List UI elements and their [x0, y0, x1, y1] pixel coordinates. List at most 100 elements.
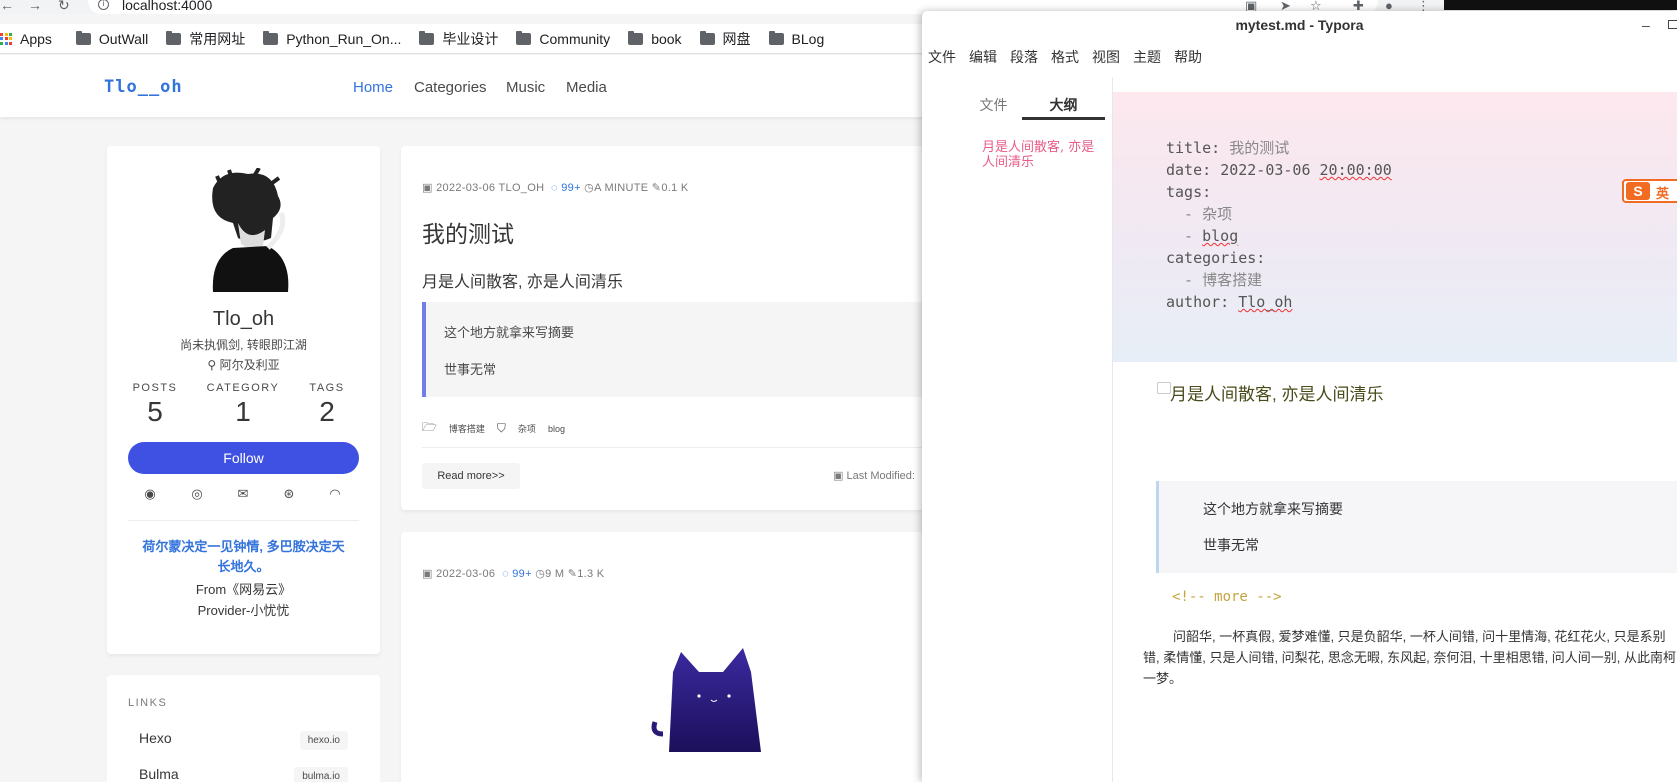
info-icon[interactable]: i	[98, 0, 109, 10]
heading-anchor-icon[interactable]	[1157, 382, 1171, 394]
song-source: From《网易云》	[195, 582, 292, 597]
last-modified: ▣ Last Modified:	[833, 469, 915, 482]
bookmark-folder[interactable]: OutWall	[75, 30, 148, 47]
post-comments[interactable]: 99+	[561, 182, 581, 194]
editor-heading[interactable]: 月是人间散客, 亦是人间清乐	[1170, 380, 1383, 405]
bookmark-label: book	[651, 30, 682, 47]
profile-location: ⚲ 阿尔及利亚	[107, 356, 380, 373]
forward-icon[interactable]: →	[28, 0, 42, 13]
stat-value: 5	[147, 396, 163, 427]
menu-theme[interactable]: 主题	[1133, 47, 1161, 67]
maximize-icon[interactable]	[1668, 20, 1677, 29]
stat-category[interactable]: CATEGORY 1	[203, 382, 283, 428]
editor-blockquote[interactable]: 这个地方就拿来写摘要 世事无常	[1156, 481, 1677, 573]
menu-format[interactable]: 格式	[1051, 47, 1079, 67]
bookmark-folder[interactable]: book	[628, 30, 682, 47]
divider	[422, 447, 925, 448]
bookmark-label: 常用网址	[189, 30, 246, 47]
editor-paragraph[interactable]: 问韶华, 一杯真假, 爱梦难懂, 只是负韶华, 一杯人间错, 问十里情海, 花红…	[1143, 626, 1677, 689]
bookmark-label: 网盘	[722, 30, 751, 47]
folder-icon	[419, 30, 435, 45]
sogou-logo-icon: S	[1626, 182, 1650, 200]
tab-outline[interactable]: 大纲	[1022, 95, 1105, 115]
bookmark-folder[interactable]: BLog	[768, 30, 825, 47]
menu-bar: 文件 编辑 段落 格式 视图 主题 帮助	[928, 47, 1215, 67]
email-icon[interactable]: ✉	[235, 486, 251, 502]
tags-icon: ⛉	[496, 421, 506, 435]
menu-help[interactable]: 帮助	[1174, 47, 1202, 67]
location-pin-icon: ⚲	[207, 358, 217, 372]
bookmark-apps[interactable]: Apps	[0, 31, 52, 47]
folder-icon	[768, 30, 784, 45]
last-modified-label: Last Modified:	[846, 470, 915, 482]
menu-paragraph[interactable]: 段落	[1010, 47, 1038, 67]
nav-music[interactable]: Music	[506, 79, 545, 96]
bookmark-label: BLog	[791, 30, 825, 47]
outline-item[interactable]: 月是人间散客, 亦是人间清乐	[982, 140, 1102, 170]
menu-view[interactable]: 视图	[1092, 47, 1120, 67]
typora-window: mytest.md - Typora – 文件 编辑 段落 格式 视图 主题 帮…	[922, 11, 1677, 782]
follow-button[interactable]: Follow	[128, 442, 359, 474]
post-tag[interactable]: blog	[548, 424, 565, 434]
folder-icon	[263, 30, 279, 45]
post-title[interactable]: 我的测试	[422, 215, 514, 249]
stat-value: 1	[235, 396, 251, 427]
ime-indicator[interactable]: S 英	[1622, 179, 1677, 203]
post-author[interactable]: TLO_OH	[499, 182, 545, 194]
post-meta: ▣ 2022-03-06 ◌ 99+ ◷9 M ✎1.3 K	[422, 567, 604, 580]
blog-logo[interactable]: Tlo__oh	[104, 77, 183, 97]
folder-icon	[75, 30, 91, 45]
post-category[interactable]: 博客搭建	[449, 422, 485, 435]
folder-icon	[516, 30, 532, 45]
blog-navbar: Tlo__oh Home Categories Music Media	[0, 55, 925, 117]
read-more-button[interactable]: Read more>>	[422, 463, 520, 489]
nav-home[interactable]: Home	[353, 79, 393, 96]
dark-region	[1444, 0, 1677, 10]
bookmark-folder[interactable]: 常用网址	[166, 29, 245, 49]
window-title: mytest.md - Typora	[922, 11, 1677, 41]
menu-file[interactable]: 文件	[928, 47, 956, 67]
weibo-icon[interactable]: ◎	[189, 486, 205, 502]
link-tag: hexo.io	[299, 731, 348, 750]
song-provider: Provider-小忧忧	[197, 603, 290, 618]
avatar	[212, 168, 289, 292]
bookmark-folder[interactable]: Community	[516, 30, 610, 47]
post-tags: 🗁 博客搭建 ⛉ 杂项 blog	[422, 418, 577, 439]
post-comments[interactable]: 99+	[512, 568, 532, 580]
folder-icon	[699, 30, 715, 45]
bookmark-folder[interactable]: 毕业设计	[419, 29, 498, 49]
bookmark-folder[interactable]: 网盘	[699, 29, 751, 49]
stat-tags[interactable]: TAGS 2	[287, 382, 367, 428]
divider	[128, 520, 359, 521]
song-quote: 荷尔蒙决定一见钟情, 多巴胺决定天长地久。	[142, 539, 345, 574]
minimize-icon[interactable]: –	[1642, 17, 1650, 33]
links-title: LINKS	[128, 697, 168, 709]
reload-icon[interactable]: ↻	[58, 0, 70, 14]
bookmark-label: Apps	[20, 30, 52, 47]
github-icon[interactable]: ◉	[142, 486, 158, 502]
nav-media[interactable]: Media	[566, 79, 607, 96]
back-icon[interactable]: ←	[0, 0, 14, 13]
post-words: 0.1 K	[661, 182, 689, 194]
more-comment[interactable]: <!-- more -->	[1172, 589, 1282, 605]
front-matter-block[interactable]: title: 我的测试 date: 2022-03-06 20:00:00 ta…	[1113, 92, 1677, 362]
stat-value: 2	[319, 396, 335, 427]
menu-edit[interactable]: 编辑	[969, 47, 997, 67]
bookmark-label: 毕业设计	[442, 30, 499, 47]
bookmark-folder[interactable]: Python_Run_On...	[263, 30, 401, 47]
post-tag[interactable]: 杂项	[518, 422, 536, 435]
front-matter-text: title: 我的测试 date: 2022-03-06 20:00:00 ta…	[1166, 139, 1392, 311]
link-hexo[interactable]: Hexo	[139, 730, 172, 746]
dribbble-icon[interactable]: ⊛	[281, 486, 297, 502]
link-bulma[interactable]: Bulma	[139, 766, 179, 782]
post-date: 2022-03-06	[436, 182, 496, 194]
folder-icon	[166, 30, 182, 45]
stat-posts[interactable]: POSTS 5	[115, 382, 195, 428]
post-subtitle: 月是人间散客, 亦是人间清乐	[422, 274, 623, 291]
comment-icon: ◌	[551, 182, 558, 194]
rss-icon[interactable]: ◠	[327, 486, 343, 502]
nav-categories[interactable]: Categories	[414, 79, 487, 96]
active-tab-indicator	[1022, 117, 1105, 120]
editor[interactable]: title: 我的测试 date: 2022-03-06 20:00:00 ta…	[1113, 77, 1677, 782]
quote-line: 这个地方就拿来写摘要	[1203, 501, 1343, 517]
